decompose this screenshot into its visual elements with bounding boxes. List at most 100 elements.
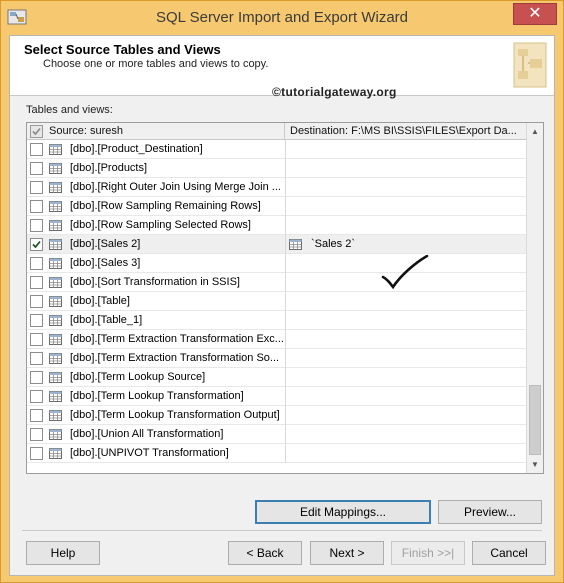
table-row[interactable]: [dbo].[UNPIVOT Transformation] — [27, 444, 527, 463]
table-icon — [49, 372, 62, 383]
table-row[interactable]: [dbo].[Sales 2] `Sales 2` — [27, 235, 527, 254]
source-table-name: [dbo].[Term Extraction Transformation So… — [70, 352, 280, 364]
source-table-name: [dbo].[Sales 2] — [70, 238, 141, 250]
table-row[interactable]: [dbo].[Term Extraction Transformation Ex… — [27, 330, 527, 349]
column-divider — [285, 216, 286, 235]
scroll-down-arrow-icon[interactable]: ▼ — [527, 456, 543, 473]
row-checkbox[interactable] — [30, 409, 43, 422]
table-icon — [49, 296, 62, 307]
table-icon — [49, 315, 62, 326]
table-icon — [49, 334, 62, 345]
finish-button[interactable]: Finish >>| — [391, 541, 465, 565]
table-row[interactable]: [dbo].[Union All Transformation] — [27, 425, 527, 444]
column-divider — [285, 178, 286, 197]
source-column-header[interactable]: Source: suresh — [27, 123, 285, 140]
table-row[interactable]: [dbo].[Products] — [27, 159, 527, 178]
row-checkbox[interactable] — [30, 352, 43, 365]
vertical-scrollbar[interactable]: ▲ ▼ — [526, 123, 543, 473]
row-checkbox[interactable] — [30, 257, 43, 270]
source-table-name: [dbo].[Row Sampling Remaining Rows] — [70, 200, 261, 212]
table-icon — [49, 220, 62, 231]
select-all-checkbox[interactable] — [30, 125, 43, 138]
column-divider — [285, 140, 286, 159]
row-checkbox[interactable] — [30, 143, 43, 156]
source-table-name: [dbo].[UNPIVOT Transformation] — [70, 447, 229, 459]
grid-header: Source: suresh Destination: F:\MS BI\SSI… — [27, 123, 527, 140]
column-divider — [285, 273, 286, 292]
table-row[interactable]: [dbo].[Row Sampling Selected Rows] — [27, 216, 527, 235]
row-checkbox[interactable] — [30, 314, 43, 327]
preview-button[interactable]: Preview... — [438, 500, 542, 524]
destination-column-header[interactable]: Destination: F:\MS BI\SSIS\FILES\Export … — [285, 123, 527, 140]
table-icon — [49, 429, 62, 440]
row-checkbox[interactable] — [30, 390, 43, 403]
row-checkbox[interactable] — [30, 181, 43, 194]
source-table-name: [dbo].[Term Lookup Source] — [70, 371, 206, 383]
table-row[interactable]: [dbo].[Sort Transformation in SSIS] — [27, 273, 527, 292]
close-button[interactable]: ✕ — [513, 3, 557, 25]
column-divider — [285, 387, 286, 406]
checkmark-icon — [32, 240, 41, 249]
next-button[interactable]: Next > — [310, 541, 384, 565]
row-checkbox[interactable] — [30, 238, 43, 251]
source-table-name: [dbo].[Union All Transformation] — [70, 428, 224, 440]
table-icon — [49, 353, 62, 364]
edit-mappings-button[interactable]: Edit Mappings... — [255, 500, 431, 524]
row-checkbox[interactable] — [30, 428, 43, 441]
row-checkbox[interactable] — [30, 162, 43, 175]
handdrawn-checkmark-icon — [381, 255, 429, 290]
table-row[interactable]: [dbo].[Table_1] — [27, 311, 527, 330]
source-table-name: [dbo].[Right Outer Join Using Merge Join… — [70, 181, 281, 193]
column-divider — [285, 254, 286, 273]
column-divider — [285, 235, 286, 254]
help-button[interactable]: Help — [26, 541, 100, 565]
row-checkbox[interactable] — [30, 219, 43, 232]
table-row[interactable]: [dbo].[Table] — [27, 292, 527, 311]
tables-grid[interactable]: Source: suresh Destination: F:\MS BI\SSI… — [26, 122, 544, 474]
column-divider — [285, 330, 286, 349]
destination-table-icon — [289, 239, 302, 250]
row-checkbox[interactable] — [30, 276, 43, 289]
source-table-name: [dbo].[Sales 3] — [70, 257, 141, 269]
back-button[interactable]: < Back — [228, 541, 302, 565]
table-icon — [49, 258, 62, 269]
column-divider — [285, 292, 286, 311]
window-title: SQL Server Import and Export Wizard — [155, 9, 409, 26]
table-row[interactable]: [dbo].[Row Sampling Remaining Rows] — [27, 197, 527, 216]
table-row[interactable]: [dbo].[Term Lookup Source] — [27, 368, 527, 387]
source-table-name: [dbo].[Sort Transformation in SSIS] — [70, 276, 240, 288]
source-header-text: Source: suresh — [49, 125, 123, 137]
table-row[interactable]: [dbo].[Product_Destination] — [27, 140, 527, 159]
table-row[interactable]: [dbo].[Term Extraction Transformation So… — [27, 349, 527, 368]
scroll-thumb[interactable] — [529, 385, 541, 455]
column-divider — [285, 349, 286, 368]
destination-table-name[interactable]: `Sales 2` — [311, 238, 355, 250]
source-table-name: [dbo].[Products] — [70, 162, 148, 174]
column-divider — [285, 311, 286, 330]
row-checkbox[interactable] — [30, 200, 43, 213]
table-icon — [49, 144, 62, 155]
row-checkbox[interactable] — [30, 447, 43, 460]
table-icon — [49, 163, 62, 174]
row-checkbox[interactable] — [30, 333, 43, 346]
tables-and-views-label: Tables and views: — [26, 104, 113, 116]
page-subtitle: Choose one or more tables and views to c… — [43, 58, 269, 70]
footer-divider — [22, 530, 542, 531]
row-checkbox[interactable] — [30, 295, 43, 308]
source-table-name: [dbo].[Term Lookup Transformation Output… — [70, 409, 280, 421]
column-divider — [285, 406, 286, 425]
wizard-body: Select Source Tables and Views Choose on… — [9, 35, 555, 576]
table-icon — [49, 239, 62, 250]
table-icon — [49, 201, 62, 212]
source-table-name: [dbo].[Term Extraction Transformation Ex… — [70, 333, 283, 345]
row-checkbox[interactable] — [30, 371, 43, 384]
table-row[interactable]: [dbo].[Term Lookup Transformation Output… — [27, 406, 527, 425]
table-row[interactable]: [dbo].[Term Lookup Transformation] — [27, 387, 527, 406]
table-row[interactable]: [dbo].[Right Outer Join Using Merge Join… — [27, 178, 527, 197]
grid-rows: [dbo].[Product_Destination] [dbo].[Produc… — [27, 140, 527, 463]
scroll-up-arrow-icon[interactable]: ▲ — [527, 123, 543, 140]
source-table-name: [dbo].[Row Sampling Selected Rows] — [70, 219, 251, 231]
checkmark-icon — [32, 127, 41, 136]
table-row[interactable]: [dbo].[Sales 3] — [27, 254, 527, 273]
cancel-button[interactable]: Cancel — [472, 541, 546, 565]
